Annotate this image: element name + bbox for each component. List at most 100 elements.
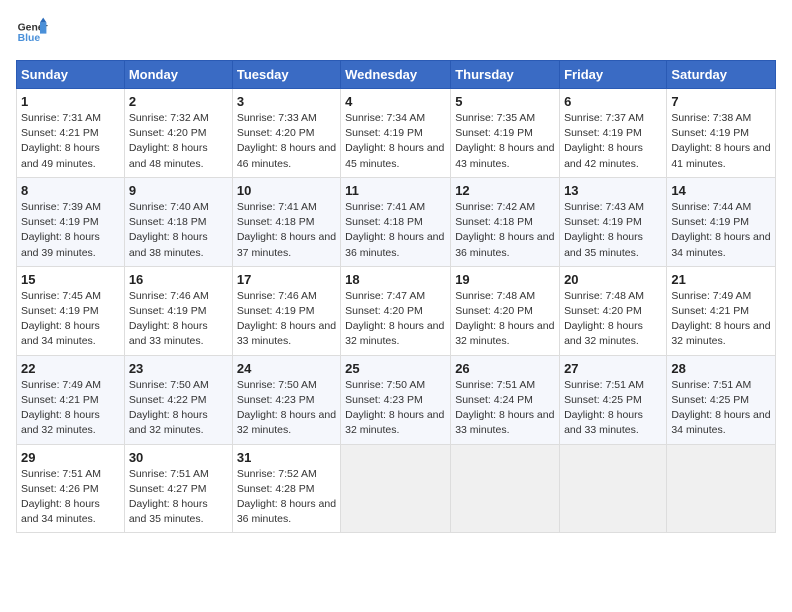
day-number: 18 (345, 272, 446, 287)
day-info: Sunrise: 7:50 AM Sunset: 4:22 PM Dayligh… (129, 378, 228, 439)
calendar-cell: 3 Sunrise: 7:33 AM Sunset: 4:20 PM Dayli… (232, 89, 340, 178)
day-number: 11 (345, 183, 446, 198)
sunrise-label: Sunrise: 7:45 AM (21, 290, 101, 302)
day-info: Sunrise: 7:41 AM Sunset: 4:18 PM Dayligh… (237, 200, 336, 261)
daylight-label: Daylight: 8 hours and 39 minutes. (21, 231, 100, 258)
daylight-label: Daylight: 8 hours and 33 minutes. (237, 320, 336, 347)
daylight-label: Daylight: 8 hours and 43 minutes. (455, 142, 554, 169)
sunrise-label: Sunrise: 7:39 AM (21, 201, 101, 213)
calendar-cell: 9 Sunrise: 7:40 AM Sunset: 4:18 PM Dayli… (124, 177, 232, 266)
day-info: Sunrise: 7:35 AM Sunset: 4:19 PM Dayligh… (455, 111, 555, 172)
day-number: 17 (237, 272, 336, 287)
daylight-label: Daylight: 8 hours and 41 minutes. (671, 142, 770, 169)
day-number: 7 (671, 94, 771, 109)
day-number: 30 (129, 450, 228, 465)
sunset-label: Sunset: 4:18 PM (237, 216, 315, 228)
daylight-label: Daylight: 8 hours and 49 minutes. (21, 142, 100, 169)
weekday-header-wednesday: Wednesday (341, 61, 451, 89)
sunrise-label: Sunrise: 7:46 AM (237, 290, 317, 302)
calendar-cell: 8 Sunrise: 7:39 AM Sunset: 4:19 PM Dayli… (17, 177, 125, 266)
day-info: Sunrise: 7:41 AM Sunset: 4:18 PM Dayligh… (345, 200, 446, 261)
sunset-label: Sunset: 4:18 PM (345, 216, 423, 228)
sunrise-label: Sunrise: 7:48 AM (455, 290, 535, 302)
calendar-table: SundayMondayTuesdayWednesdayThursdayFrid… (16, 60, 776, 533)
sunset-label: Sunset: 4:19 PM (671, 127, 749, 139)
day-number: 10 (237, 183, 336, 198)
weekday-header-thursday: Thursday (451, 61, 560, 89)
calendar-cell: 10 Sunrise: 7:41 AM Sunset: 4:18 PM Dayl… (232, 177, 340, 266)
sunset-label: Sunset: 4:20 PM (237, 127, 315, 139)
sunrise-label: Sunrise: 7:51 AM (564, 379, 644, 391)
day-info: Sunrise: 7:43 AM Sunset: 4:19 PM Dayligh… (564, 200, 662, 261)
day-number: 26 (455, 361, 555, 376)
day-number: 13 (564, 183, 662, 198)
calendar-cell (451, 444, 560, 533)
calendar-cell: 19 Sunrise: 7:48 AM Sunset: 4:20 PM Dayl… (451, 266, 560, 355)
daylight-label: Daylight: 8 hours and 36 minutes. (237, 498, 336, 525)
day-number: 19 (455, 272, 555, 287)
daylight-label: Daylight: 8 hours and 32 minutes. (345, 320, 444, 347)
calendar-cell: 31 Sunrise: 7:52 AM Sunset: 4:28 PM Dayl… (232, 444, 340, 533)
day-info: Sunrise: 7:52 AM Sunset: 4:28 PM Dayligh… (237, 467, 336, 528)
sunset-label: Sunset: 4:21 PM (21, 394, 99, 406)
day-info: Sunrise: 7:51 AM Sunset: 4:24 PM Dayligh… (455, 378, 555, 439)
calendar-cell: 12 Sunrise: 7:42 AM Sunset: 4:18 PM Dayl… (451, 177, 560, 266)
calendar-cell (341, 444, 451, 533)
calendar-week-5: 29 Sunrise: 7:51 AM Sunset: 4:26 PM Dayl… (17, 444, 776, 533)
weekday-header-friday: Friday (560, 61, 667, 89)
sunrise-label: Sunrise: 7:33 AM (237, 112, 317, 124)
calendar-cell: 29 Sunrise: 7:51 AM Sunset: 4:26 PM Dayl… (17, 444, 125, 533)
day-info: Sunrise: 7:38 AM Sunset: 4:19 PM Dayligh… (671, 111, 771, 172)
day-info: Sunrise: 7:33 AM Sunset: 4:20 PM Dayligh… (237, 111, 336, 172)
weekday-header-tuesday: Tuesday (232, 61, 340, 89)
weekday-header-saturday: Saturday (667, 61, 776, 89)
sunset-label: Sunset: 4:21 PM (671, 305, 749, 317)
day-number: 22 (21, 361, 120, 376)
daylight-label: Daylight: 8 hours and 35 minutes. (564, 231, 643, 258)
calendar-cell: 22 Sunrise: 7:49 AM Sunset: 4:21 PM Dayl… (17, 355, 125, 444)
sunset-label: Sunset: 4:19 PM (21, 305, 99, 317)
day-number: 24 (237, 361, 336, 376)
day-number: 16 (129, 272, 228, 287)
day-info: Sunrise: 7:48 AM Sunset: 4:20 PM Dayligh… (564, 289, 662, 350)
sunrise-label: Sunrise: 7:47 AM (345, 290, 425, 302)
calendar-cell: 7 Sunrise: 7:38 AM Sunset: 4:19 PM Dayli… (667, 89, 776, 178)
sunrise-label: Sunrise: 7:37 AM (564, 112, 644, 124)
calendar-cell: 25 Sunrise: 7:50 AM Sunset: 4:23 PM Dayl… (341, 355, 451, 444)
day-number: 21 (671, 272, 771, 287)
sunset-label: Sunset: 4:18 PM (129, 216, 207, 228)
daylight-label: Daylight: 8 hours and 32 minutes. (129, 409, 208, 436)
sunrise-label: Sunrise: 7:42 AM (455, 201, 535, 213)
calendar-cell: 26 Sunrise: 7:51 AM Sunset: 4:24 PM Dayl… (451, 355, 560, 444)
day-info: Sunrise: 7:42 AM Sunset: 4:18 PM Dayligh… (455, 200, 555, 261)
sunset-label: Sunset: 4:20 PM (564, 305, 642, 317)
day-info: Sunrise: 7:37 AM Sunset: 4:19 PM Dayligh… (564, 111, 662, 172)
sunrise-label: Sunrise: 7:51 AM (671, 379, 751, 391)
sunset-label: Sunset: 4:24 PM (455, 394, 533, 406)
daylight-label: Daylight: 8 hours and 35 minutes. (129, 498, 208, 525)
calendar-cell: 5 Sunrise: 7:35 AM Sunset: 4:19 PM Dayli… (451, 89, 560, 178)
day-number: 9 (129, 183, 228, 198)
calendar-cell: 16 Sunrise: 7:46 AM Sunset: 4:19 PM Dayl… (124, 266, 232, 355)
sunrise-label: Sunrise: 7:48 AM (564, 290, 644, 302)
calendar-cell: 24 Sunrise: 7:50 AM Sunset: 4:23 PM Dayl… (232, 355, 340, 444)
day-info: Sunrise: 7:47 AM Sunset: 4:20 PM Dayligh… (345, 289, 446, 350)
calendar-cell: 18 Sunrise: 7:47 AM Sunset: 4:20 PM Dayl… (341, 266, 451, 355)
day-number: 15 (21, 272, 120, 287)
day-info: Sunrise: 7:51 AM Sunset: 4:27 PM Dayligh… (129, 467, 228, 528)
calendar-cell: 20 Sunrise: 7:48 AM Sunset: 4:20 PM Dayl… (560, 266, 667, 355)
day-info: Sunrise: 7:39 AM Sunset: 4:19 PM Dayligh… (21, 200, 120, 261)
calendar-cell: 11 Sunrise: 7:41 AM Sunset: 4:18 PM Dayl… (341, 177, 451, 266)
daylight-label: Daylight: 8 hours and 34 minutes. (21, 498, 100, 525)
sunrise-label: Sunrise: 7:51 AM (21, 468, 101, 480)
weekday-header-monday: Monday (124, 61, 232, 89)
daylight-label: Daylight: 8 hours and 37 minutes. (237, 231, 336, 258)
calendar-cell: 17 Sunrise: 7:46 AM Sunset: 4:19 PM Dayl… (232, 266, 340, 355)
calendar-cell: 23 Sunrise: 7:50 AM Sunset: 4:22 PM Dayl… (124, 355, 232, 444)
daylight-label: Daylight: 8 hours and 38 minutes. (129, 231, 208, 258)
day-number: 2 (129, 94, 228, 109)
day-info: Sunrise: 7:51 AM Sunset: 4:25 PM Dayligh… (671, 378, 771, 439)
sunrise-label: Sunrise: 7:34 AM (345, 112, 425, 124)
day-number: 8 (21, 183, 120, 198)
daylight-label: Daylight: 8 hours and 34 minutes. (671, 231, 770, 258)
